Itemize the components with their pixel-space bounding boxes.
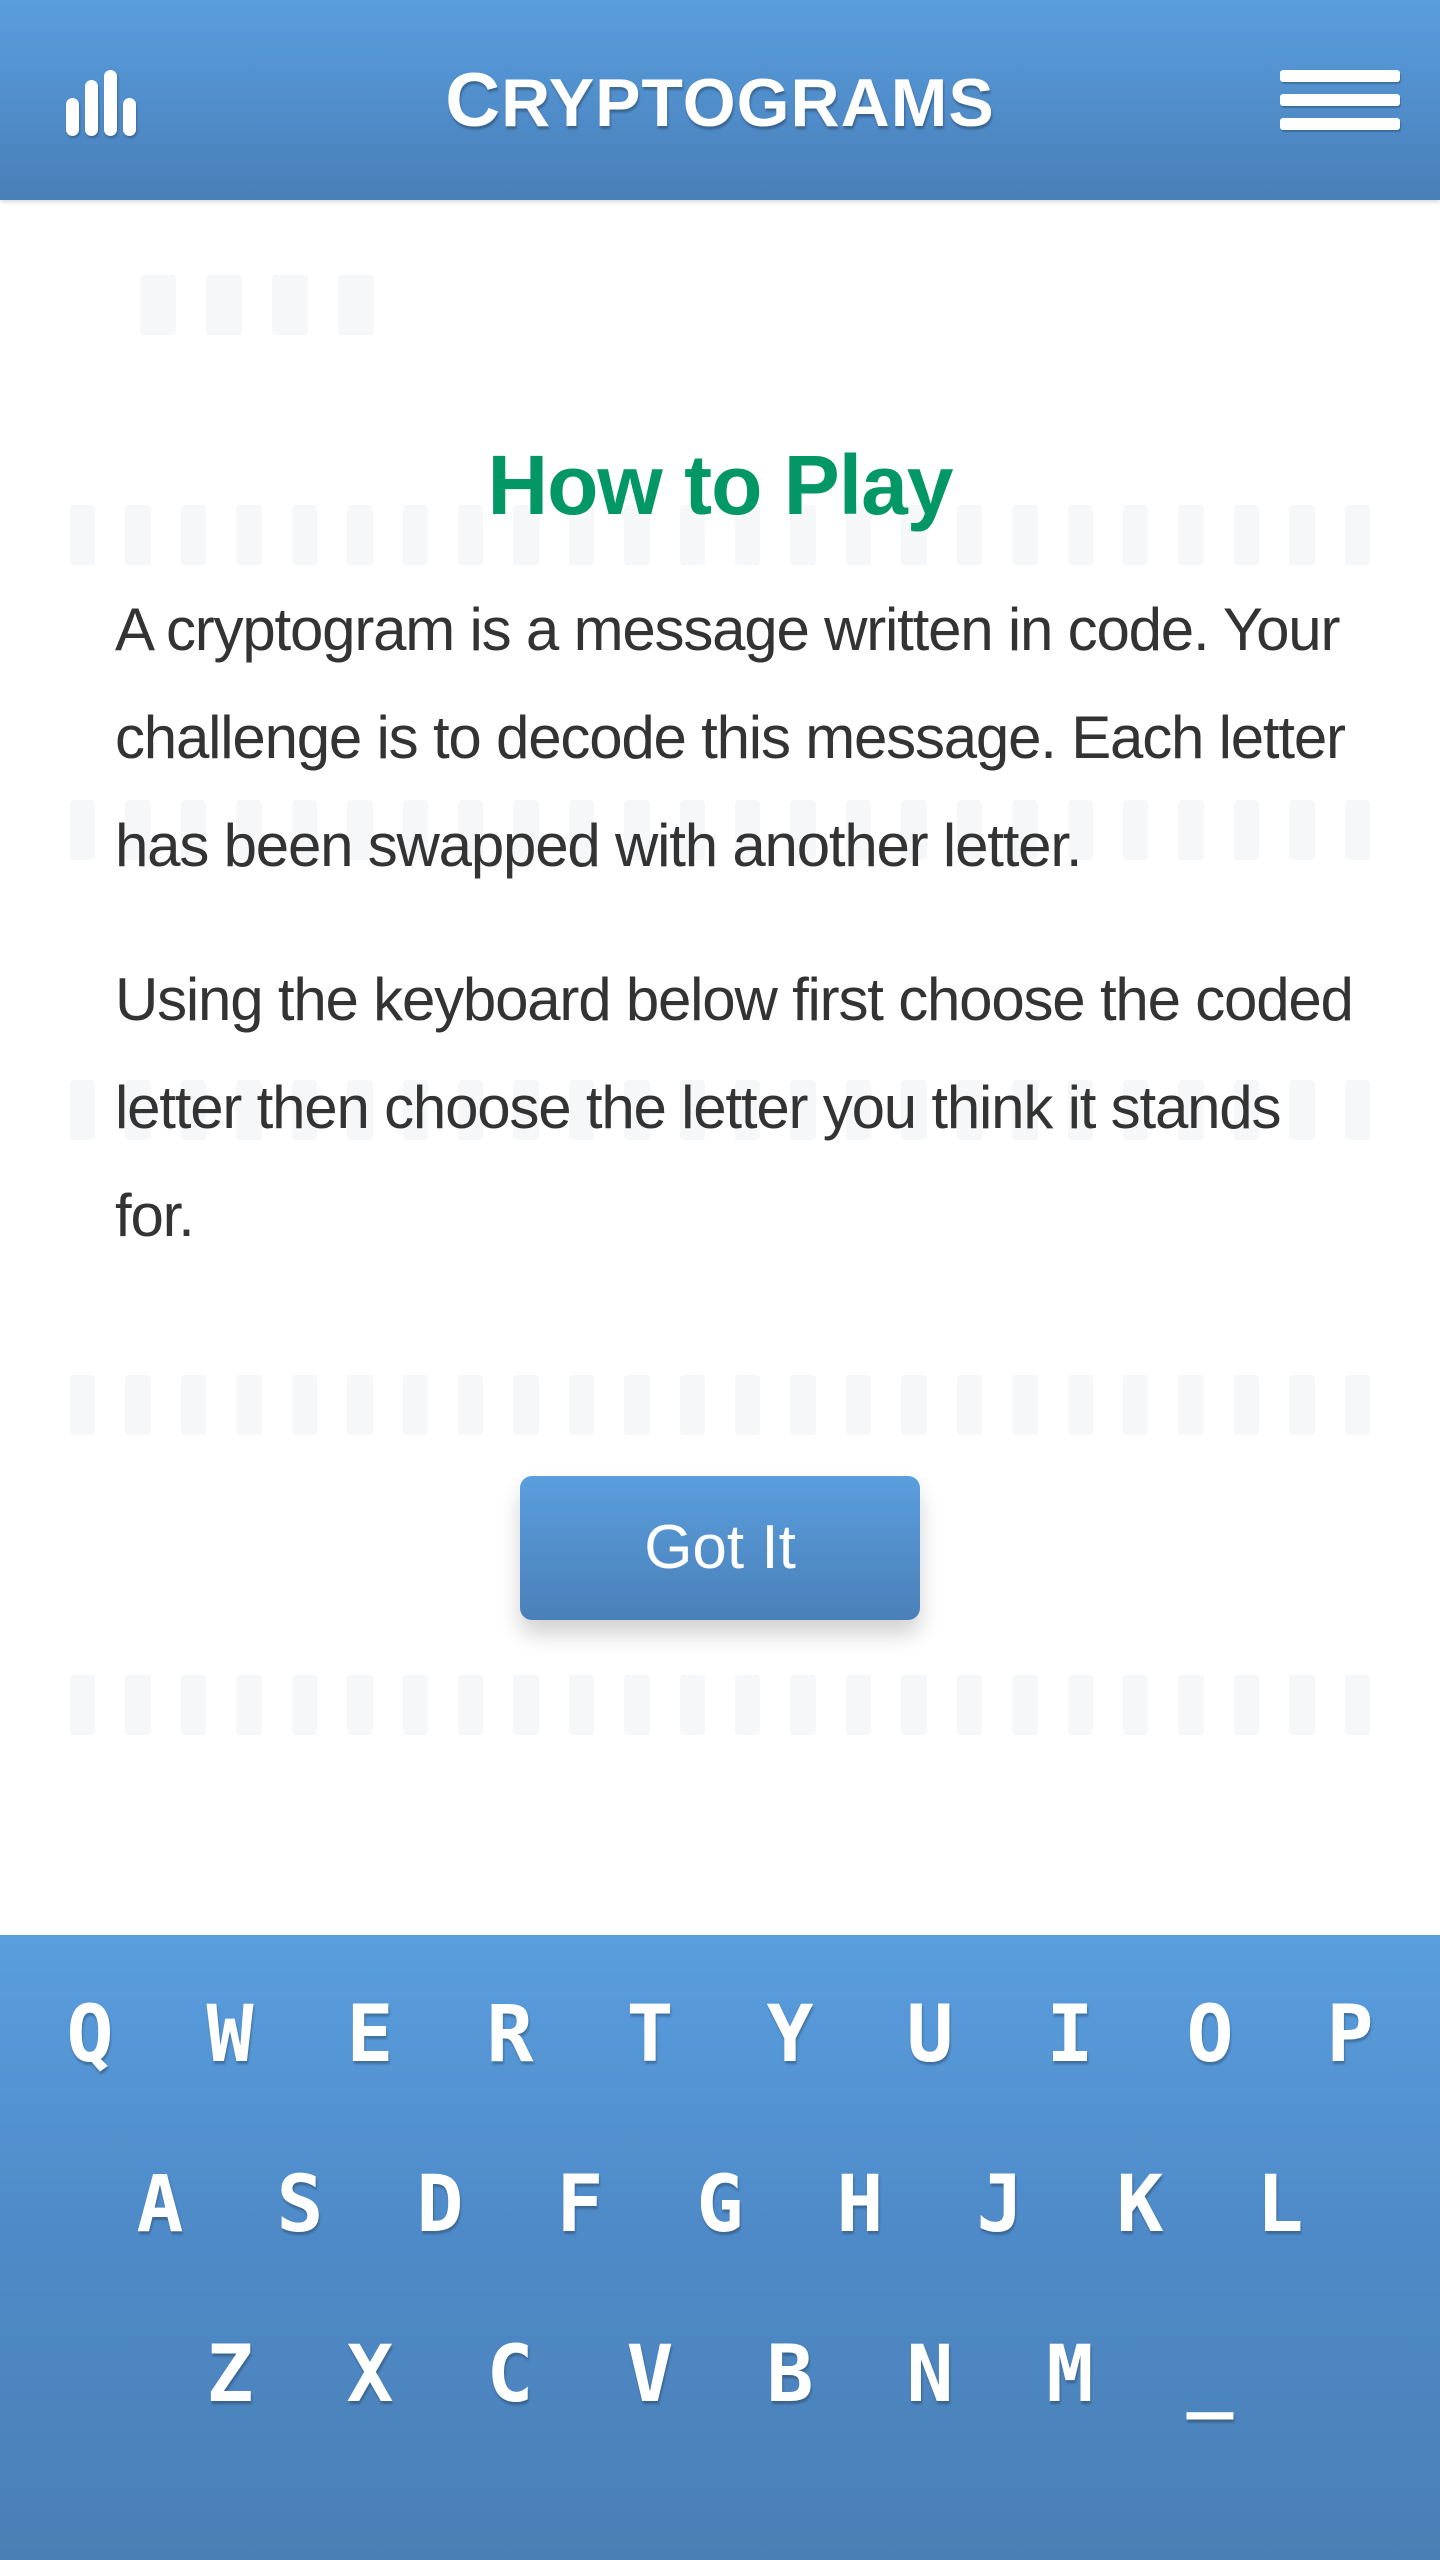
- key-j[interactable]: J: [935, 2135, 1065, 2275]
- hamburger-menu-icon-line: [1280, 94, 1400, 106]
- key-m[interactable]: M: [1005, 2305, 1135, 2445]
- key-d[interactable]: D: [375, 2135, 505, 2275]
- key-o[interactable]: O: [1145, 1965, 1275, 2105]
- obscured-puzzle-row: [140, 275, 390, 355]
- hamburger-menu-icon-line: [1280, 70, 1400, 82]
- key-h[interactable]: H: [795, 2135, 925, 2275]
- key-w[interactable]: W: [165, 1965, 295, 2105]
- key-l[interactable]: L: [1215, 2135, 1345, 2275]
- how-to-play-paragraph: Using the keyboard below first choose th…: [115, 966, 1354, 1249]
- key-n[interactable]: N: [865, 2305, 995, 2445]
- obscured-puzzle-row: [70, 1675, 1371, 1755]
- keyboard-row-2: ASDFGHJKL: [0, 2135, 1440, 2275]
- key-r[interactable]: R: [445, 1965, 575, 2105]
- key-k[interactable]: K: [1075, 2135, 1205, 2275]
- key-t[interactable]: T: [585, 1965, 715, 2105]
- key-i[interactable]: I: [1005, 1965, 1135, 2105]
- how-to-play-dialog: How to Play A cryptogram is a message wr…: [0, 430, 1440, 1270]
- app-title: CRYPTOGRAMS: [0, 46, 1440, 158]
- key-y[interactable]: Y: [725, 1965, 855, 2105]
- cryptograms-app: CRYPTOGRAMS How to Play A cryptogram is …: [0, 0, 1440, 2560]
- app-title-initial: C: [445, 58, 502, 143]
- key-s[interactable]: S: [235, 2135, 365, 2275]
- how-to-play-title: How to Play: [487, 438, 953, 532]
- key-e[interactable]: E: [305, 1965, 435, 2105]
- key-p[interactable]: P: [1285, 1965, 1415, 2105]
- key-blank[interactable]: _: [1145, 2305, 1275, 2445]
- key-v[interactable]: V: [585, 2305, 715, 2445]
- key-b[interactable]: B: [725, 2305, 855, 2445]
- key-g[interactable]: G: [655, 2135, 785, 2275]
- menu-button[interactable]: [1270, 50, 1410, 150]
- key-q[interactable]: Q: [25, 1965, 155, 2105]
- hamburger-menu-icon-line: [1280, 118, 1400, 130]
- letter-keyboard: QWERTYUIOP ASDFGHJKL Z X C V B N M _: [0, 1935, 1440, 2560]
- key-z[interactable]: Z: [165, 2305, 295, 2445]
- how-to-play-body: A cryptogram is a message written in cod…: [70, 576, 1370, 1270]
- how-to-play-paragraph: A cryptogram is a message written in cod…: [115, 596, 1346, 879]
- key-a[interactable]: A: [95, 2135, 225, 2275]
- key-x[interactable]: X: [305, 2305, 435, 2445]
- obscured-puzzle-row: [70, 1375, 1371, 1455]
- keyboard-row-1: QWERTYUIOP: [0, 1965, 1440, 2105]
- app-header: CRYPTOGRAMS: [0, 0, 1440, 200]
- key-c[interactable]: C: [445, 2305, 575, 2445]
- key-u[interactable]: U: [865, 1965, 995, 2105]
- keyboard-row-3: Z X C V B N M _: [0, 2305, 1440, 2445]
- app-title-rest: RYPTOGRAMS: [501, 65, 995, 141]
- key-f[interactable]: F: [515, 2135, 645, 2275]
- got-it-button[interactable]: Got It: [520, 1476, 920, 1620]
